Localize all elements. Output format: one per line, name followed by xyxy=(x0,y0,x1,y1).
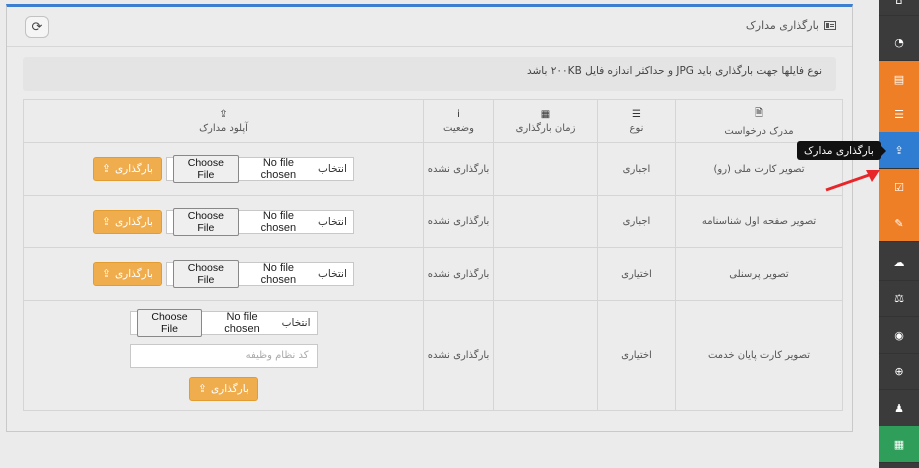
eye-icon: ◉ xyxy=(894,328,904,342)
sidebar-item-edit[interactable]: ✎ xyxy=(879,205,919,242)
document-name: تصویر صفحه اول شناسنامه xyxy=(675,195,843,248)
file-select-label: انتخاب xyxy=(318,215,347,228)
upload-icon: ⇪ xyxy=(102,215,111,228)
table-row: تصویر کارت پایان خدمت اختیاری بارگذاری ن… xyxy=(23,300,843,411)
file-status: No file chosen xyxy=(260,157,297,181)
upload-cell: انتخاب No file chosen Choose File بارگذا… xyxy=(23,142,424,196)
dashboard-icon: ◔ xyxy=(894,35,904,49)
sidebar-item-home[interactable]: ⌂ xyxy=(879,0,919,16)
upload-button[interactable]: بارگذاری ⇪ xyxy=(93,262,162,286)
upload-icon: ⇪ xyxy=(102,268,111,280)
header-status: i وضعیت xyxy=(423,99,494,143)
file-input[interactable]: انتخاب No file chosen Choose File xyxy=(165,260,354,288)
sidebar-tooltip: بارگذاری مدارک xyxy=(797,141,886,160)
sidebar-item-list[interactable]: ☰ xyxy=(879,96,919,133)
file-select-label: انتخاب xyxy=(318,268,347,280)
upload-icon: ⇪ xyxy=(219,108,228,120)
upload-status: بارگذاری نشده xyxy=(423,195,494,248)
upload-button[interactable]: بارگذاری ⇪ xyxy=(93,209,162,234)
upload-cell: انتخاب No file chosen Choose File بارگذا… xyxy=(23,195,424,248)
info-icon: i xyxy=(457,108,460,120)
refresh-button[interactable]: ⟳ xyxy=(25,16,49,38)
upload-cell: انتخاب No file chosen Choose File کد نظا… xyxy=(23,300,424,411)
sidebar-item-profile[interactable]: ▤ xyxy=(879,61,919,98)
upload-icon: ⇪ xyxy=(198,382,207,395)
id-card-icon xyxy=(824,21,836,30)
user-icon: ♟ xyxy=(894,401,904,415)
upload-documents-panel: بارگذاری مدارک ⟳ نوع فایلها جهت بارگذاری… xyxy=(6,4,853,432)
panel-title: بارگذاری مدارک xyxy=(746,19,836,32)
sidebar-item-cloud[interactable]: ☁ xyxy=(879,244,919,281)
document-name: تصویر کارت پایان خدمت xyxy=(675,300,843,411)
header-upload-time: ▦ زمان بارگذاری xyxy=(493,99,598,143)
upload-time xyxy=(493,142,598,196)
document-type: اختیاری xyxy=(597,300,676,411)
list-icon: ☰ xyxy=(894,107,904,121)
upload-icon: ⇪ xyxy=(102,163,111,175)
document-name: تصویر پرسنلی xyxy=(675,247,843,301)
id-card-icon: ▤ xyxy=(893,72,905,86)
life-ring-icon: ⊕ xyxy=(894,364,904,378)
panel-title-text: بارگذاری مدارک xyxy=(745,19,819,32)
edit-icon: ✎ xyxy=(894,216,904,230)
choose-file-button[interactable]: Choose File xyxy=(172,260,239,288)
upload-cell: انتخاب No file chosen Choose File بارگذا… xyxy=(23,247,424,301)
file-select-label: انتخاب xyxy=(281,316,311,329)
file-status: No file chosen xyxy=(260,262,297,286)
file-input[interactable]: انتخاب No file chosen Choose File xyxy=(129,308,318,337)
choose-file-button[interactable]: Choose File xyxy=(172,207,239,236)
table-row: تصویر کارت ملی (رو) اجباری بارگذاری نشده… xyxy=(23,142,843,196)
refresh-icon: ⟳ xyxy=(31,19,43,35)
list-icon: ☰ xyxy=(632,108,641,120)
right-sidebar: ⌂ ◔ ▤ ☰ ⇪ ☑ ✎ ☁ ⚖ ◉ ⊕ ♟ ▦ xyxy=(879,0,919,468)
balance-scale-icon: ⚖ xyxy=(894,291,904,305)
upload-time xyxy=(493,195,598,248)
document-type: اختیاری xyxy=(597,247,676,301)
calendar-icon: ▦ xyxy=(540,108,551,120)
file-status: No file chosen xyxy=(224,310,260,335)
file-status: No file chosen xyxy=(260,209,297,234)
file-select-label: انتخاب xyxy=(318,163,347,175)
table-icon: ▦ xyxy=(893,437,905,451)
choose-file-button[interactable]: Choose File xyxy=(172,155,239,183)
table-row: تصویر پرسنلی اختیاری بارگذاری نشده انتخا… xyxy=(23,247,843,301)
sidebar-item-balance[interactable]: ⚖ xyxy=(879,280,919,317)
sidebar-item-view[interactable]: ◉ xyxy=(879,317,919,354)
sidebar-item-check[interactable]: ☑ xyxy=(879,169,919,206)
cloud-icon: ☁ xyxy=(893,255,905,269)
panel-header: بارگذاری مدارک ⟳ xyxy=(7,7,852,47)
file-input[interactable]: انتخاب No file chosen Choose File xyxy=(165,155,354,183)
document-type: اجباری xyxy=(597,142,676,196)
header-document: 🗎 مدرک درخواست xyxy=(675,99,843,143)
military-service-code-input[interactable]: کد نظام وظیفه xyxy=(129,343,318,368)
file-requirements-note: نوع فایلها جهت بارگذاری باید JPG و حداکث… xyxy=(23,57,836,91)
upload-time xyxy=(493,300,598,411)
file-input[interactable]: انتخاب No file chosen Choose File xyxy=(165,207,354,236)
header-type: ☰ نوع xyxy=(597,99,676,143)
upload-icon: ⇪ xyxy=(894,143,904,157)
file-text-icon: 🗎 xyxy=(754,107,764,119)
upload-status: بارگذاری نشده xyxy=(423,247,494,301)
table-row: تصویر صفحه اول شناسنامه اجباری بارگذاری … xyxy=(23,195,843,248)
red-arrow-annotation xyxy=(825,170,880,192)
choose-file-button[interactable]: Choose File xyxy=(136,308,203,337)
upload-button[interactable]: بارگذاری ⇪ xyxy=(93,157,162,181)
header-upload: ⇪ آپلود مدارک xyxy=(23,99,424,143)
sidebar-item-user[interactable]: ♟ xyxy=(879,390,919,427)
sidebar-item-support[interactable]: ⊕ xyxy=(879,353,919,390)
upload-button[interactable]: بارگذاری ⇪ xyxy=(189,376,258,401)
upload-status: بارگذاری نشده xyxy=(423,142,494,196)
home-icon: ⌂ xyxy=(895,0,903,7)
document-type: اجباری xyxy=(597,195,676,248)
upload-time xyxy=(493,247,598,301)
check-square-icon: ☑ xyxy=(894,180,904,194)
documents-table: 🗎 مدرک درخواست ☰ نوع ▦ زمان بارگذاری i و… xyxy=(23,99,843,411)
sidebar-item-table[interactable]: ▦ xyxy=(879,426,919,463)
upload-status: بارگذاری نشده xyxy=(423,300,494,411)
sidebar-item-dashboard[interactable]: ◔ xyxy=(879,24,919,61)
